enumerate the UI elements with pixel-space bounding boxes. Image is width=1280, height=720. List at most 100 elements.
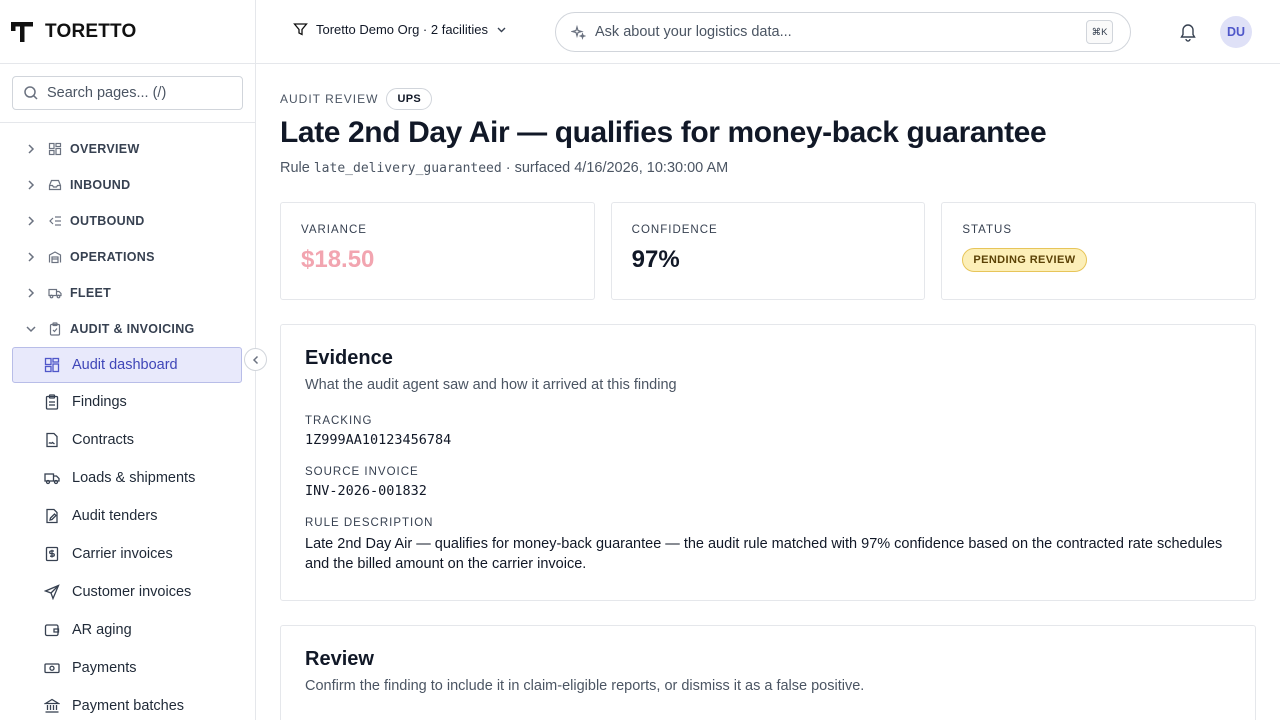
sidebar-item-label: Contracts	[72, 432, 135, 448]
ask-ai-placeholder: Ask about your logistics data...	[595, 24, 792, 40]
warehouse-icon	[48, 251, 62, 264]
chevron-down-icon	[497, 27, 506, 33]
review-subtitle: Confirm the finding to include it in cla…	[305, 678, 865, 694]
sidebar-item-contracts[interactable]: Contracts	[0, 421, 255, 459]
nav-group-operations[interactable]: OPERATIONS	[0, 239, 255, 275]
outbound-list-icon	[49, 216, 61, 226]
nav-group-audit-invoicing[interactable]: AUDIT & INVOICING	[0, 311, 255, 347]
topbar: Toretto Demo Org · 2 facilities Ask abou…	[256, 0, 1280, 64]
sidebar-item-carrier-invoices[interactable]: Carrier invoices	[0, 535, 255, 573]
sidebar-item-findings[interactable]: Findings	[0, 383, 255, 421]
nav-group-inbound[interactable]: INBOUND	[0, 167, 255, 203]
surfaced-timestamp: · surfaced 4/16/2026, 10:30:00 AM	[505, 160, 729, 176]
sparkles-icon	[571, 24, 586, 40]
sidebar-item-ar-aging[interactable]: AR aging	[0, 611, 255, 649]
main-content: AUDIT REVIEW UPS Late 2nd Day Air — qual…	[280, 64, 1257, 720]
sidebar-item-label: Findings	[72, 394, 127, 410]
collapse-sidebar-button[interactable]	[244, 348, 267, 371]
review-card: Review Confirm the finding to include it…	[280, 625, 1256, 720]
sidebar-item-label: Loads & shipments	[72, 470, 196, 486]
avatar[interactable]: DU	[1220, 16, 1252, 48]
variance-value: $18.50	[301, 246, 375, 273]
rule-description: Late 2nd Day Air — qualifies for money-b…	[305, 536, 1223, 572]
org-switcher[interactable]: Toretto Demo Org · 2 facilities	[293, 22, 515, 37]
chevron-right-icon	[28, 288, 35, 298]
chevron-right-icon	[28, 144, 35, 154]
ask-ai-input[interactable]: Ask about your logistics data... ⌘K	[555, 12, 1131, 52]
rule-prefix: Rule	[280, 160, 310, 176]
chevron-left-icon	[252, 355, 258, 364]
sidebar-item-payments[interactable]: Payments	[0, 649, 255, 687]
wallet-icon	[44, 624, 60, 637]
filter-icon	[293, 23, 308, 36]
sidebar-item-customer-invoices[interactable]: Customer invoices	[0, 573, 255, 611]
rule-subline: Rule late_delivery_guaranteed · surfaced…	[280, 160, 1256, 176]
confidence-value: 97%	[631, 246, 680, 273]
org-label: Toretto Demo Org · 2 facilities	[316, 22, 488, 37]
sidebar-item-payment-batches[interactable]: Payment batches	[0, 687, 255, 720]
page-search-input[interactable]: Search pages... (/)	[12, 76, 243, 110]
truck-icon	[48, 288, 62, 299]
bank-icon	[44, 698, 60, 713]
truck-icon	[44, 473, 60, 485]
nav-group-label: INBOUND	[70, 178, 131, 192]
tracking-field: TRACKING 1Z999AA10123456784	[305, 415, 1231, 448]
page-search-placeholder: Search pages... (/)	[47, 85, 167, 101]
field-label: TRACKING	[305, 415, 373, 427]
status-badge: PENDING REVIEW	[962, 248, 1087, 272]
search-icon	[24, 86, 38, 100]
page-eyebrow: AUDIT REVIEW UPS	[280, 88, 1256, 110]
chevron-right-icon	[28, 216, 35, 226]
nav-group-label: OPERATIONS	[70, 250, 155, 264]
chevron-right-icon	[28, 180, 35, 190]
nav-group-fleet[interactable]: FLEET	[0, 275, 255, 311]
confidence-card: CONFIDENCE 97%	[610, 202, 926, 300]
sidebar-item-label: Audit tenders	[72, 508, 158, 524]
page-title: Late 2nd Day Air — qualifies for money-b…	[280, 116, 1047, 149]
rule-code: late_delivery_guaranteed	[313, 161, 502, 176]
nav-group-label: OUTBOUND	[70, 214, 145, 228]
file-edit-icon	[46, 508, 58, 524]
nav-group-label: AUDIT & INVOICING	[70, 322, 195, 336]
receipt-dollar-icon	[45, 546, 59, 562]
nav-group-label: OVERVIEW	[70, 142, 140, 156]
rule-description-field: RULE DESCRIPTION Late 2nd Day Air — qual…	[305, 517, 1231, 574]
field-label: RULE DESCRIPTION	[305, 517, 434, 529]
stat-label: STATUS	[962, 224, 1013, 236]
stat-label: VARIANCE	[301, 224, 367, 236]
sidebar-item-audit-dashboard[interactable]: Audit dashboard	[12, 347, 242, 383]
status-card: STATUS PENDING REVIEW	[941, 202, 1257, 300]
carrier-badge: UPS	[386, 88, 432, 110]
field-label: SOURCE INVOICE	[305, 466, 419, 478]
stats-row: VARIANCE $18.50 CONFIDENCE 97% STATUS PE…	[280, 202, 1257, 300]
tracking-number[interactable]: 1Z999AA10123456784	[305, 432, 1231, 448]
sidebar-item-label: AR aging	[72, 622, 132, 638]
chevron-right-icon	[28, 252, 35, 262]
sidebar-item-label: Customer invoices	[72, 584, 192, 600]
nav-group-label: FLEET	[70, 286, 112, 300]
nav-group-overview[interactable]: OVERVIEW	[0, 131, 255, 167]
sidebar-item-label: Carrier invoices	[72, 546, 173, 562]
evidence-card: Evidence What the audit agent saw and ho…	[280, 324, 1256, 601]
sidebar-item-loads-shipments[interactable]: Loads & shipments	[0, 459, 255, 497]
clipboard-icon	[49, 322, 61, 336]
source-invoice-field: SOURCE INVOICE INV-2026-001832	[305, 466, 1231, 499]
brand[interactable]: TORETTO	[0, 0, 255, 64]
sidebar-nav: OVERVIEW INBOUND OUTBOUND OPERATIONS FLE…	[0, 123, 255, 720]
eyebrow-label: AUDIT REVIEW	[280, 92, 379, 106]
sidebar-item-label: Payment batches	[72, 698, 185, 714]
nav-group-outbound[interactable]: OUTBOUND	[0, 203, 255, 239]
sidebar-item-audit-tenders[interactable]: Audit tenders	[0, 497, 255, 535]
inbox-icon	[48, 179, 62, 191]
source-invoice-number[interactable]: INV-2026-001832	[305, 483, 1231, 499]
send-icon	[44, 584, 60, 600]
review-title: Review	[305, 648, 374, 670]
evidence-title: Evidence	[305, 347, 393, 369]
clipboard-list-icon	[45, 394, 59, 410]
stat-label: CONFIDENCE	[631, 224, 718, 236]
banknote-icon	[44, 663, 60, 674]
sidebar: TORETTO Search pages... (/) OVERVIEW INB…	[0, 0, 256, 720]
bell-icon[interactable]	[1179, 22, 1197, 42]
sidebar-item-label: Payments	[72, 660, 137, 676]
layout-grid-icon	[44, 357, 60, 373]
